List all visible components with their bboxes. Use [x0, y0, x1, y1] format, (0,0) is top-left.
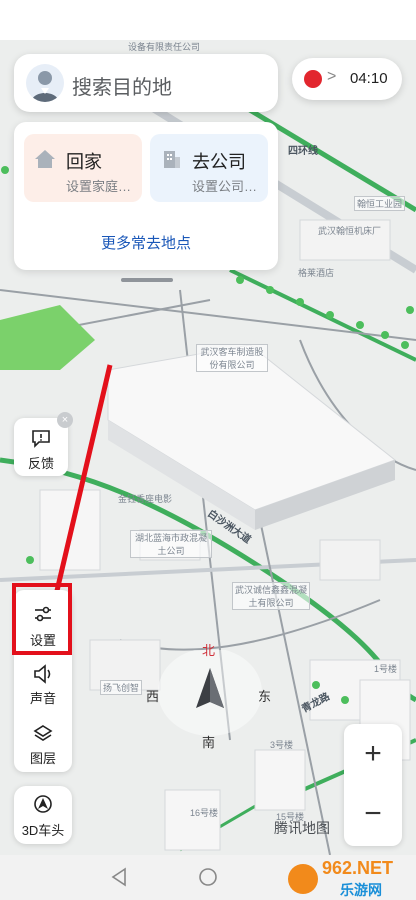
avatar[interactable]: [26, 64, 64, 102]
compass-south: 南: [202, 735, 216, 750]
watermark-brand: 962.NET: [322, 858, 394, 878]
map-label-road: 四环线: [288, 146, 318, 157]
chevron-right-icon: >: [327, 68, 337, 85]
more-places-link[interactable]: 更多常去地点: [14, 232, 278, 253]
search-bar[interactable]: 搜索目的地: [14, 54, 278, 112]
map-brand-label: 腾讯地图: [274, 820, 330, 836]
watermark: 962.NET 乐游网: [282, 856, 412, 900]
layers-button[interactable]: 图层: [14, 714, 72, 772]
zoom-out-button[interactable]: −: [344, 784, 402, 844]
map-label: 1号楼: [374, 664, 398, 674]
3d-car-head-label: 3D车头: [21, 823, 65, 838]
map-label: 金钰香座电影: [118, 494, 173, 504]
compass[interactable]: 北 西 东 南: [146, 643, 272, 750]
sound-button[interactable]: 声音: [14, 652, 72, 710]
home-label: 回家: [66, 152, 102, 172]
map-label: 武汉诚信鑫鑫混凝土有限公司: [232, 582, 310, 610]
user-avatar-icon: [31, 71, 59, 102]
recording-icon: [304, 70, 322, 88]
office-building-icon: [164, 151, 180, 168]
zoom-controls: + −: [344, 724, 402, 846]
sound-label: 声音: [29, 691, 56, 706]
status-bar: [0, 0, 416, 40]
car-heading-icon: [34, 795, 52, 813]
annotation-highlight-box: [12, 583, 72, 655]
quick-destinations-card: 回家 设置家庭… 去公司 设置公司… 更多常去地点: [14, 122, 278, 270]
compass-west: 西: [146, 689, 160, 704]
home-sublabel: 设置家庭…: [66, 179, 132, 194]
map-label: 设备有限责任公司: [128, 42, 201, 52]
3d-car-head-button[interactable]: 3D车头: [14, 786, 72, 844]
map-label: 16号楼: [190, 808, 219, 818]
home-icon: [35, 150, 55, 168]
time-label: 04:10: [350, 70, 388, 87]
home-nav-icon[interactable]: [198, 867, 218, 887]
layers-icon: [33, 725, 53, 741]
back-icon[interactable]: [110, 867, 128, 887]
feedback-label: 反馈: [27, 456, 54, 471]
company-shortcut[interactable]: 去公司 设置公司…: [150, 134, 268, 202]
navigation-time-pill[interactable]: > 04:10: [292, 58, 402, 100]
compass-north: 北: [202, 643, 216, 658]
watermark-logo-icon: [288, 864, 318, 894]
speaker-icon: [34, 664, 51, 684]
watermark-tagline: 乐游网: [340, 882, 382, 898]
home-shortcut[interactable]: 回家 设置家庭…: [24, 134, 142, 202]
map-label: 3号楼: [270, 740, 294, 750]
map-label: 扬飞创智: [100, 680, 143, 695]
zoom-in-button[interactable]: +: [344, 724, 402, 784]
map-label: 武汉翰恒机床厂: [318, 226, 382, 236]
company-label: 去公司: [192, 152, 246, 172]
close-icon[interactable]: ×: [57, 412, 73, 428]
drag-handle[interactable]: [121, 278, 173, 282]
map-label: 格莱酒店: [298, 268, 335, 278]
map-label: 湖北蓝海市政混凝土公司: [130, 530, 212, 558]
map-label: 翰恒工业园: [354, 196, 406, 211]
feedback-icon: [32, 430, 50, 448]
layers-label: 图层: [29, 751, 56, 766]
compass-east: 东: [258, 689, 272, 704]
company-sublabel: 设置公司…: [192, 179, 258, 194]
search-input[interactable]: 搜索目的地: [72, 71, 172, 100]
map-label: 武汉客车制造股份有限公司: [196, 344, 268, 372]
